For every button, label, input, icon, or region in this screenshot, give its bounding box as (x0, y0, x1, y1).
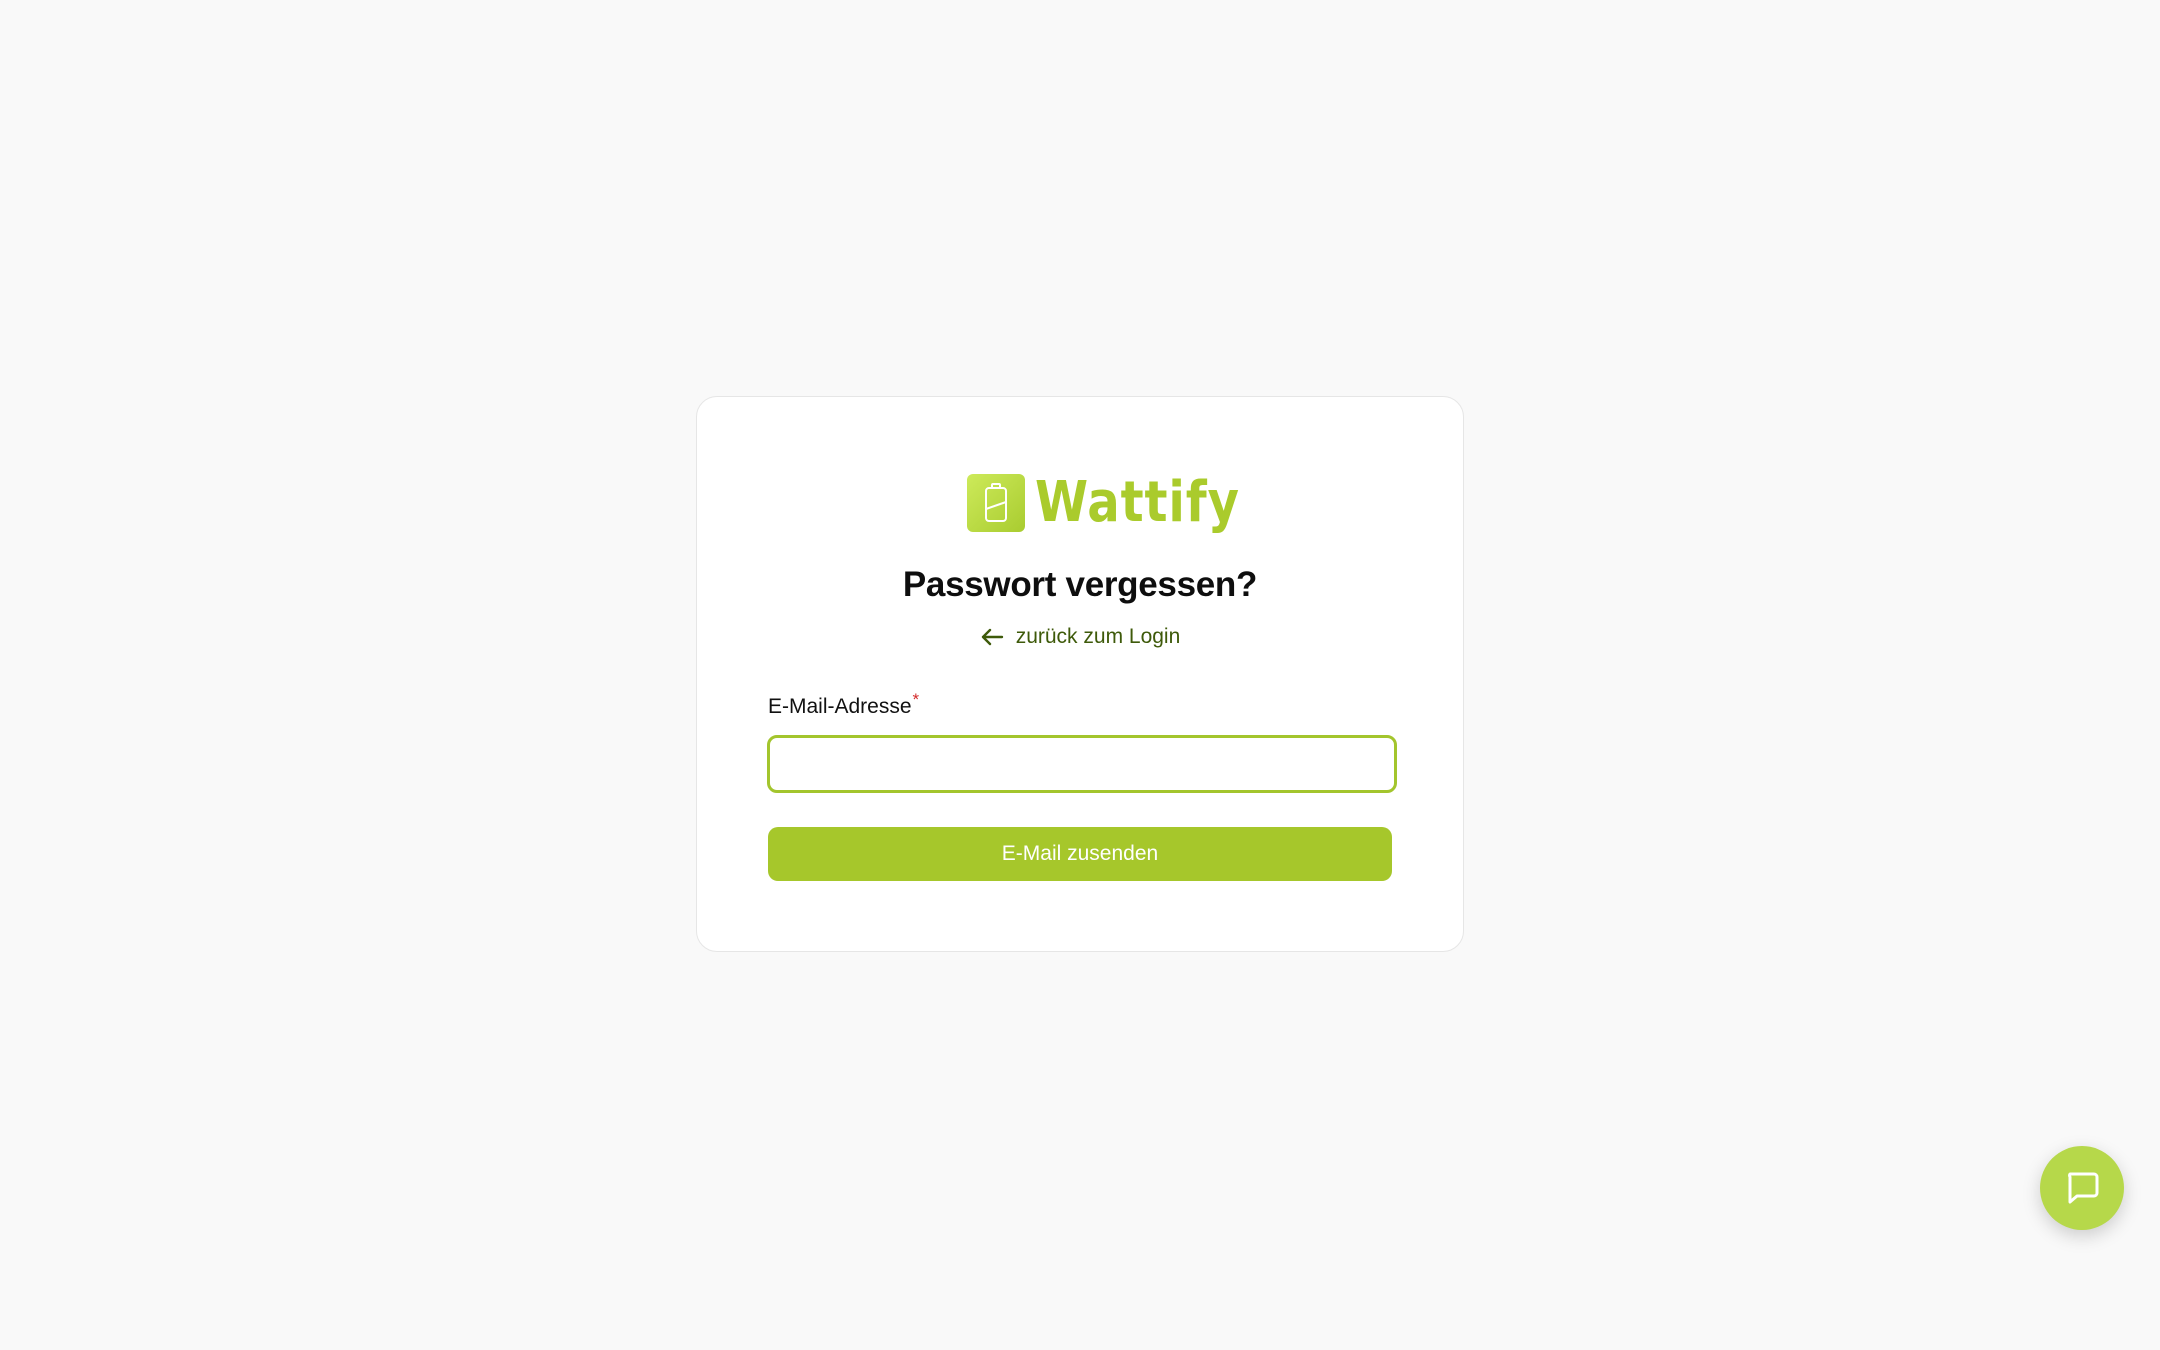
brand-name: Wattify (1035, 470, 1240, 535)
battery-icon (967, 474, 1025, 532)
email-input[interactable] (767, 735, 1397, 793)
back-to-login-label: zurück zum Login (1015, 625, 1181, 648)
send-email-button[interactable]: E-Mail zusenden (768, 827, 1392, 881)
brand-logo: Wattify (967, 473, 1273, 533)
email-label-text: E-Mail-Adresse (768, 695, 912, 718)
arrow-left-icon (980, 627, 1004, 647)
page-title: Passwort vergessen? (902, 565, 1258, 604)
chat-bubble-icon (2062, 1167, 2102, 1210)
chat-launcher-button[interactable] (2040, 1146, 2124, 1230)
forgot-password-card: Wattify Passwort vergessen? zurück zum L… (696, 396, 1464, 952)
email-label: E-Mail-Adresse* (768, 690, 919, 719)
back-to-login-link[interactable]: zurück zum Login (697, 625, 1463, 649)
required-marker: * (912, 690, 920, 709)
